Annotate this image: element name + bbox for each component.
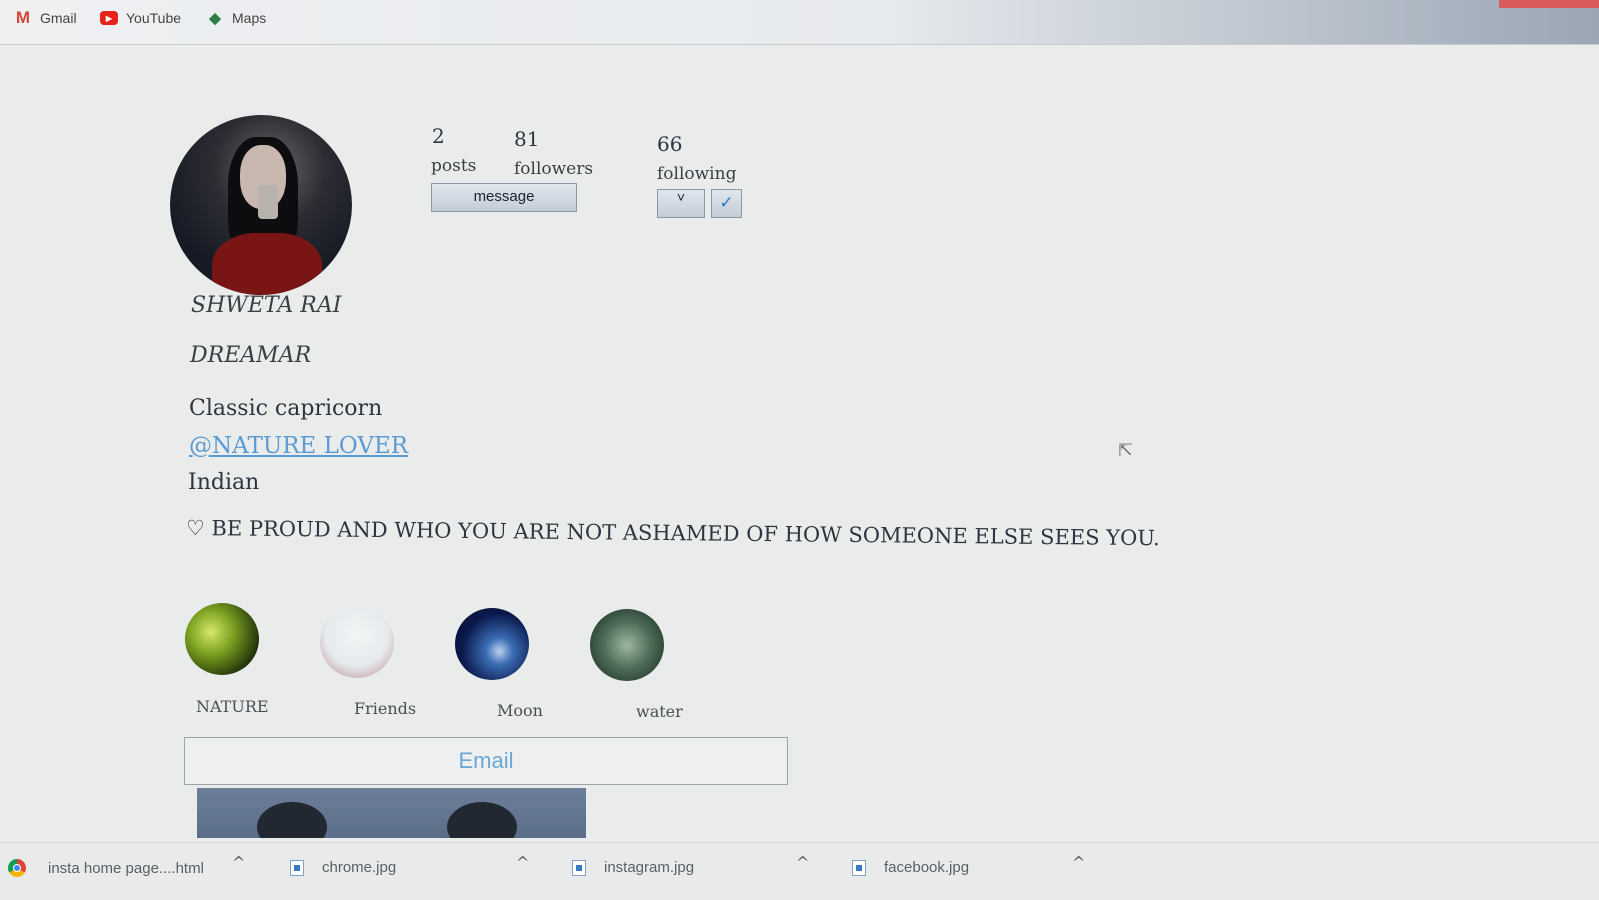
highlight-label: Friends — [354, 699, 417, 718]
avatar-shirt — [212, 233, 322, 295]
highlight-water[interactable] — [590, 609, 664, 681]
bio-line: Indian — [188, 470, 260, 495]
message-button[interactable]: message — [431, 183, 577, 212]
highlight-label: NATURE — [196, 697, 269, 716]
avatar-phone — [258, 185, 278, 219]
download-item[interactable]: facebook.jpg — [852, 859, 969, 876]
photo-figure — [257, 802, 327, 838]
chevron-up-icon[interactable]: ^ — [232, 853, 245, 872]
followers-count: 81 — [514, 127, 540, 151]
youtube-icon: ▶ — [100, 11, 118, 25]
download-filename: chrome.jpg — [322, 859, 397, 876]
bio-quote: ♡ BE PROUD AND WHO YOU ARE NOT ASHAMED O… — [185, 516, 1160, 551]
mouse-cursor-icon: ⇱ — [1118, 440, 1134, 461]
photo-figure — [447, 802, 517, 838]
posts-label: posts — [431, 156, 477, 176]
highlight-friends[interactable] — [320, 606, 394, 678]
bookmark-maps[interactable]: ◆ Maps — [206, 10, 267, 27]
followers-label[interactable]: followers — [514, 159, 593, 179]
chrome-icon — [8, 859, 26, 877]
highlight-nature[interactable] — [185, 603, 259, 675]
chevron-up-icon[interactable]: ^ — [1072, 853, 1085, 872]
email-field[interactable] — [184, 737, 788, 785]
bio-line: Classic capricorn — [189, 396, 383, 421]
chevron-up-icon[interactable]: ^ — [796, 853, 809, 872]
following-check-button[interactable]: ✓ — [711, 189, 742, 218]
file-icon — [572, 859, 586, 876]
bio-mention-link[interactable]: @NATURE LOVER — [189, 433, 408, 459]
download-filename: insta home page....html — [48, 859, 204, 877]
file-icon — [852, 859, 866, 876]
bookmark-label: Gmail — [40, 10, 77, 26]
download-item[interactable]: chrome.jpg — [290, 859, 396, 876]
bookmark-gmail[interactable]: M Gmail — [14, 8, 77, 27]
bookmark-label: Maps — [232, 10, 267, 26]
following-label[interactable]: following — [657, 164, 736, 184]
download-item[interactable]: instagram.jpg — [572, 859, 694, 876]
chevron-up-icon[interactable]: ^ — [516, 853, 529, 872]
highlight-moon[interactable] — [455, 608, 529, 680]
profile-name: SHWETA RAI — [191, 293, 342, 318]
highlight-label: water — [636, 702, 683, 721]
bookmark-label: YouTube — [126, 10, 182, 26]
file-icon — [290, 859, 304, 876]
download-filename: facebook.jpg — [884, 859, 970, 876]
posts-count: 2 — [432, 124, 445, 148]
download-filename: instagram.jpg — [604, 859, 695, 876]
following-count: 66 — [657, 132, 683, 156]
bookmark-youtube[interactable]: ▶ YouTube — [100, 10, 181, 26]
highlight-label: Moon — [497, 701, 543, 720]
profile-avatar[interactable] — [170, 115, 352, 295]
download-item[interactable]: insta home page....html — [8, 859, 204, 877]
downloads-bar: insta home page....html ^ chrome.jpg ^ i… — [0, 842, 1599, 900]
post-image[interactable] — [197, 788, 586, 838]
gmail-icon: M — [15, 8, 31, 27]
browser-bookmarks-bar: M Gmail ▶ YouTube ◆ Maps — [0, 0, 1599, 45]
window-close-area[interactable] — [1499, 0, 1599, 8]
follow-options-dropdown[interactable]: ˅ — [657, 189, 705, 218]
profile-motto: DREAMAR — [190, 343, 312, 368]
maps-icon: ◆ — [209, 10, 221, 27]
